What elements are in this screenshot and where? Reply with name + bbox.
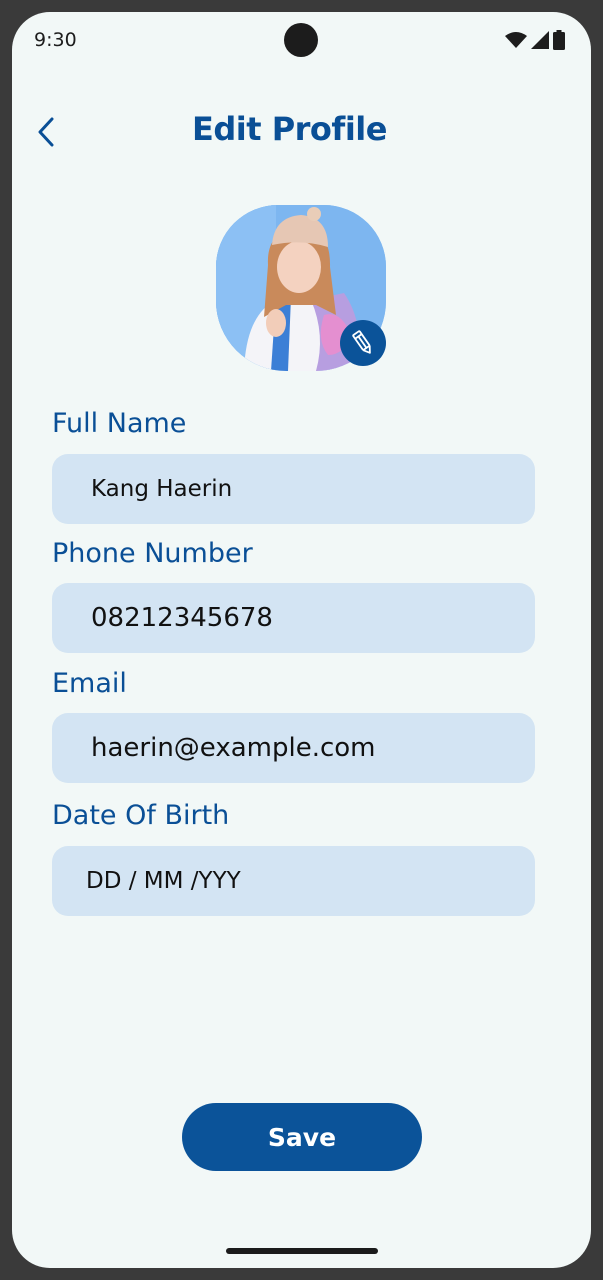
avatar-section — [216, 205, 386, 371]
save-button[interactable]: Save — [182, 1103, 422, 1171]
battery-icon — [553, 30, 565, 50]
date-of-birth-label: Date Of Birth — [52, 800, 230, 831]
email-value: haerin@example.com — [91, 733, 376, 763]
phone-number-field[interactable]: 08212345678 — [52, 583, 535, 653]
header: Edit Profile — [12, 108, 591, 158]
save-button-label: Save — [267, 1122, 337, 1152]
email-field[interactable]: haerin@example.com — [52, 713, 535, 783]
wifi-icon — [505, 32, 527, 48]
front-camera — [284, 23, 318, 57]
phone-screen: 9:30 Edit Profile Full Name Kang Haerin … — [12, 12, 591, 1268]
phone-number-label: Phone Number — [52, 538, 253, 569]
signal-icon — [531, 31, 549, 49]
date-of-birth-field[interactable]: DD / MM /YYY — [52, 846, 535, 916]
page-title: Edit Profile — [192, 110, 387, 148]
home-indicator[interactable] — [226, 1248, 378, 1254]
pencil-icon — [352, 330, 371, 354]
status-bar: 9:30 — [12, 12, 591, 68]
full-name-value: Kang Haerin — [91, 476, 233, 502]
email-label: Email — [52, 668, 127, 699]
status-time: 9:30 — [34, 29, 77, 51]
date-of-birth-placeholder: DD / MM /YYY — [86, 868, 241, 894]
full-name-label: Full Name — [52, 408, 187, 439]
status-icons — [505, 30, 565, 50]
edit-avatar-button[interactable] — [340, 320, 386, 366]
full-name-field[interactable]: Kang Haerin — [52, 454, 535, 524]
phone-number-value: 08212345678 — [91, 603, 273, 633]
